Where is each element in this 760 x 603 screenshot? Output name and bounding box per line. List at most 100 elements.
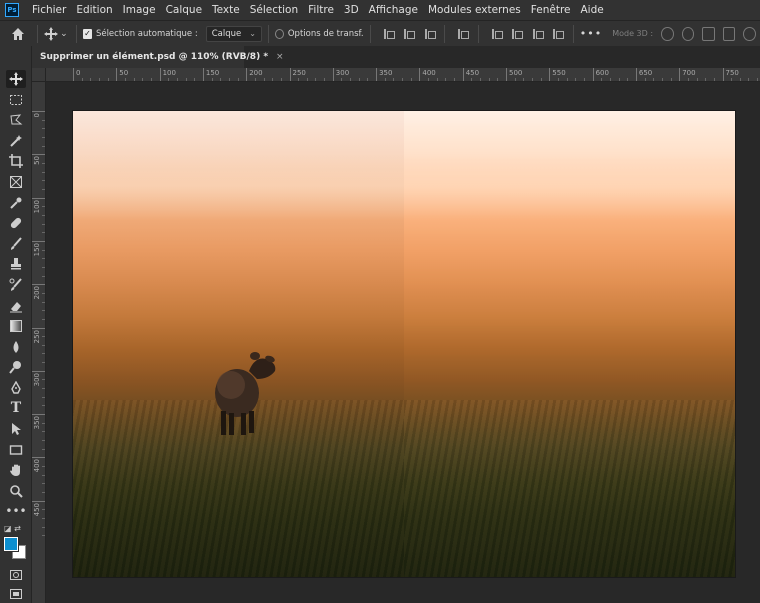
more-tools-icon[interactable]: ••• <box>5 502 26 520</box>
ruler-tick-minor <box>306 78 308 81</box>
align-left-icon[interactable] <box>382 28 395 40</box>
ruler-tick-major: 350 <box>376 68 392 81</box>
align-top-icon[interactable] <box>490 28 503 40</box>
menu-bar: Ps Fichier Edition Image Calque Texte Sé… <box>0 0 760 20</box>
scale-3d-icon[interactable] <box>743 26 756 41</box>
menu-modules-externes[interactable]: Modules externes <box>423 4 526 16</box>
ruler-tick-minor <box>42 422 45 424</box>
ruler-tick-label: 50 <box>33 156 41 166</box>
marquee-tool-icon[interactable] <box>6 91 26 109</box>
frame-tool-icon[interactable] <box>6 173 26 191</box>
horizontal-ruler[interactable]: 0 50 100 150 200 250 300 350 400 450 500 550 600 650 7… <box>46 68 760 82</box>
move-tool-icon[interactable] <box>6 70 26 88</box>
move-tool-preset-icon[interactable] <box>43 24 58 44</box>
menu-aide[interactable]: Aide <box>575 4 608 16</box>
blur-tool-icon[interactable] <box>6 338 26 356</box>
distribute-icon[interactable] <box>456 28 469 40</box>
magic-wand-tool-icon[interactable] <box>6 132 26 150</box>
ruler-tick-label: 150 <box>33 242 41 257</box>
type-tool-icon[interactable]: T <box>6 399 26 417</box>
zoom-tool-icon[interactable] <box>6 482 26 500</box>
ruler-tick-label: 250 <box>33 329 41 343</box>
photoshop-logo-icon[interactable]: Ps <box>5 3 19 17</box>
ruler-tick-major: 150 <box>202 68 219 81</box>
menu-calque[interactable]: Calque <box>161 4 207 16</box>
ruler-tick-minor <box>583 78 585 81</box>
ruler-tick-label: 100 <box>162 69 176 77</box>
ruler-tick-minor <box>627 78 629 81</box>
hand-tool-icon[interactable] <box>6 461 26 479</box>
ruler-tick-minor <box>341 78 343 81</box>
ruler-tick-minor <box>272 78 274 81</box>
healing-brush-tool-icon[interactable] <box>6 214 26 232</box>
path-selection-tool-icon[interactable] <box>6 420 26 438</box>
ruler-tick-minor <box>42 180 45 182</box>
ruler-tick-minor <box>531 78 533 81</box>
ruler-tick-minor <box>81 78 83 81</box>
menu-3d[interactable]: 3D <box>339 4 364 16</box>
separator <box>369 24 371 43</box>
menu-image[interactable]: Image <box>118 4 161 16</box>
ruler-tick-major: 350 <box>32 414 45 429</box>
history-brush-tool-icon[interactable] <box>6 276 26 294</box>
brush-tool-icon[interactable] <box>6 235 26 253</box>
menu-texte[interactable]: Texte <box>207 4 245 16</box>
align-vertical-center-icon[interactable] <box>510 28 523 40</box>
menu-selection[interactable]: Sélection <box>245 4 303 16</box>
foreground-color-fill <box>5 538 17 550</box>
ruler-tick-minor <box>436 78 438 81</box>
pan-3d-icon[interactable] <box>702 26 715 41</box>
chevron-down-icon: ⌄ <box>249 29 256 38</box>
auto-select-label: Sélection automatique : <box>95 28 198 39</box>
canvas-workspace[interactable] <box>47 83 760 603</box>
transform-controls-checkbox[interactable] <box>274 28 284 39</box>
mode-3d-label: Mode 3D : <box>612 29 654 38</box>
crop-tool-icon[interactable] <box>6 152 26 170</box>
clone-stamp-tool-icon[interactable] <box>6 255 26 273</box>
ruler-tick-minor <box>42 396 45 398</box>
document-tab-bar: Supprimer un élément.psd @ 110% (RVB/8) … <box>32 46 760 68</box>
quick-mask-icon[interactable] <box>6 566 26 584</box>
ruler-tick-label: 450 <box>465 69 480 77</box>
auto-select-target-dropdown[interactable]: Calque ⌄ <box>205 25 262 42</box>
menu-fichier[interactable]: Fichier <box>27 4 71 16</box>
auto-select-checkbox[interactable]: ✓ <box>82 28 92 39</box>
eraser-tool-icon[interactable] <box>6 297 26 315</box>
ruler-tick-label: 0 <box>76 69 81 77</box>
ruler-tick-label: 50 <box>119 69 129 77</box>
vertical-ruler[interactable]: 0 50 100 150 200 250 300 350 400 450 <box>32 82 46 603</box>
document-tab[interactable]: Supprimer un élément.psd @ 110% (RVB/8) … <box>32 46 284 68</box>
ruler-tick-label: 350 <box>379 69 393 77</box>
more-options-icon[interactable]: ••• <box>580 27 602 40</box>
default-colors-icon[interactable]: ◪ ⇄ <box>4 524 21 533</box>
gradient-tool-icon[interactable] <box>6 317 26 335</box>
menu-filtre[interactable]: Filtre <box>303 4 339 16</box>
align-right-icon[interactable] <box>423 28 436 40</box>
eyedropper-tool-icon[interactable] <box>6 194 26 212</box>
distribute-vertical-icon[interactable] <box>551 28 564 40</box>
roll-3d-icon[interactable] <box>681 26 695 41</box>
document-canvas[interactable] <box>73 111 735 577</box>
close-icon[interactable]: × <box>276 52 284 62</box>
lasso-tool-icon[interactable] <box>6 111 26 129</box>
menu-fenetre[interactable]: Fenêtre <box>526 4 576 16</box>
ruler-tick-label: 550 <box>552 69 566 77</box>
dodge-tool-icon[interactable] <box>6 358 26 376</box>
ruler-tick-minor <box>514 78 516 81</box>
auto-select-target-value: Calque <box>211 28 242 39</box>
menu-affichage[interactable]: Affichage <box>364 4 423 16</box>
ruler-tick-major: 50 <box>116 68 128 81</box>
ruler-tick-minor <box>324 78 326 81</box>
ruler-tick-minor <box>497 78 499 81</box>
orbit-3d-icon[interactable] <box>661 26 674 41</box>
tool-preset-chevron-down-icon[interactable]: ⌄ <box>58 24 70 44</box>
pen-tool-icon[interactable] <box>6 379 26 397</box>
slide-3d-icon[interactable] <box>722 26 736 41</box>
home-icon[interactable] <box>6 24 31 44</box>
rectangle-tool-icon[interactable] <box>6 441 26 459</box>
ruler-origin[interactable] <box>32 68 46 82</box>
screen-mode-icon[interactable] <box>6 585 26 603</box>
menu-edition[interactable]: Edition <box>71 4 117 16</box>
align-bottom-icon[interactable] <box>531 28 544 40</box>
align-horizontal-center-icon[interactable] <box>402 28 415 40</box>
